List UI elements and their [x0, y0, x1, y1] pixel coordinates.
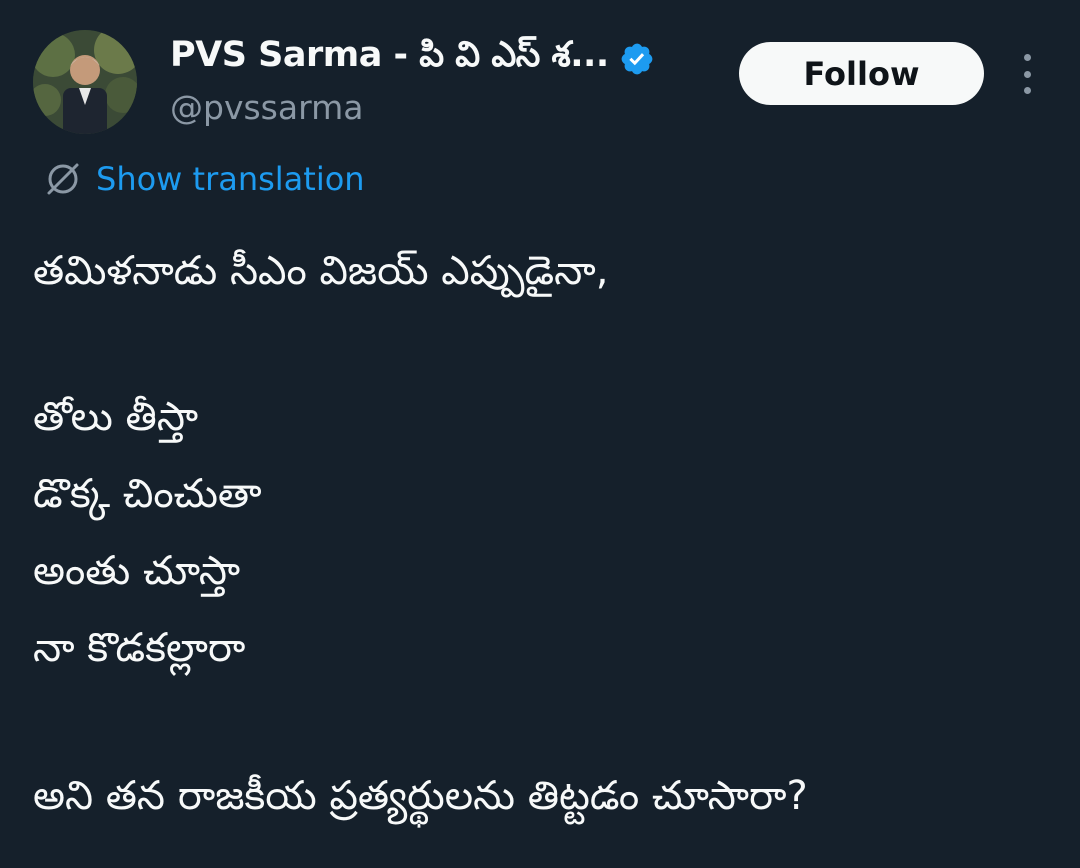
author-handle[interactable]: @pvssarma: [170, 88, 363, 127]
tweet-line-3: డొక్క చించుతా: [33, 471, 262, 517]
name-row: PVS Sarma - పి వి ఎస్ శ...: [170, 35, 655, 83]
tweet-line-1: తమిళనాడు సీఎం విజయ్ ఎప్పుడైనా,: [33, 248, 609, 294]
tweet-text: తమిళనాడు సీఎం విజయ్ ఎప్పుడైనా, తోలు తీస్…: [33, 240, 1053, 827]
tweet-line-6: అని తన రాజకీయ ప్రత్యర్థులను తిట్టడం చూసా…: [33, 773, 808, 819]
tweet-line-5: నా కొడకల్లారా: [33, 625, 246, 671]
show-translation-label[interactable]: Show translation: [96, 160, 365, 198]
show-translation-link[interactable]: Show translation: [44, 160, 365, 198]
tweet-line-4: అంతు చూస్తా: [33, 548, 241, 594]
author-display-name[interactable]: PVS Sarma - పి వి ఎస్ శ...: [170, 35, 609, 83]
avatar-image: [33, 30, 137, 134]
tweet-header: PVS Sarma - పి వి ఎస్ శ... @pvssarma Fol…: [0, 0, 1080, 150]
translate-globe-icon: [44, 160, 82, 198]
follow-button[interactable]: Follow: [739, 42, 984, 105]
more-options-icon[interactable]: [1012, 54, 1042, 94]
tweet-line-2: తోలు తీస్తా: [33, 394, 199, 440]
avatar[interactable]: [33, 30, 137, 134]
verified-badge-icon[interactable]: [619, 41, 655, 77]
